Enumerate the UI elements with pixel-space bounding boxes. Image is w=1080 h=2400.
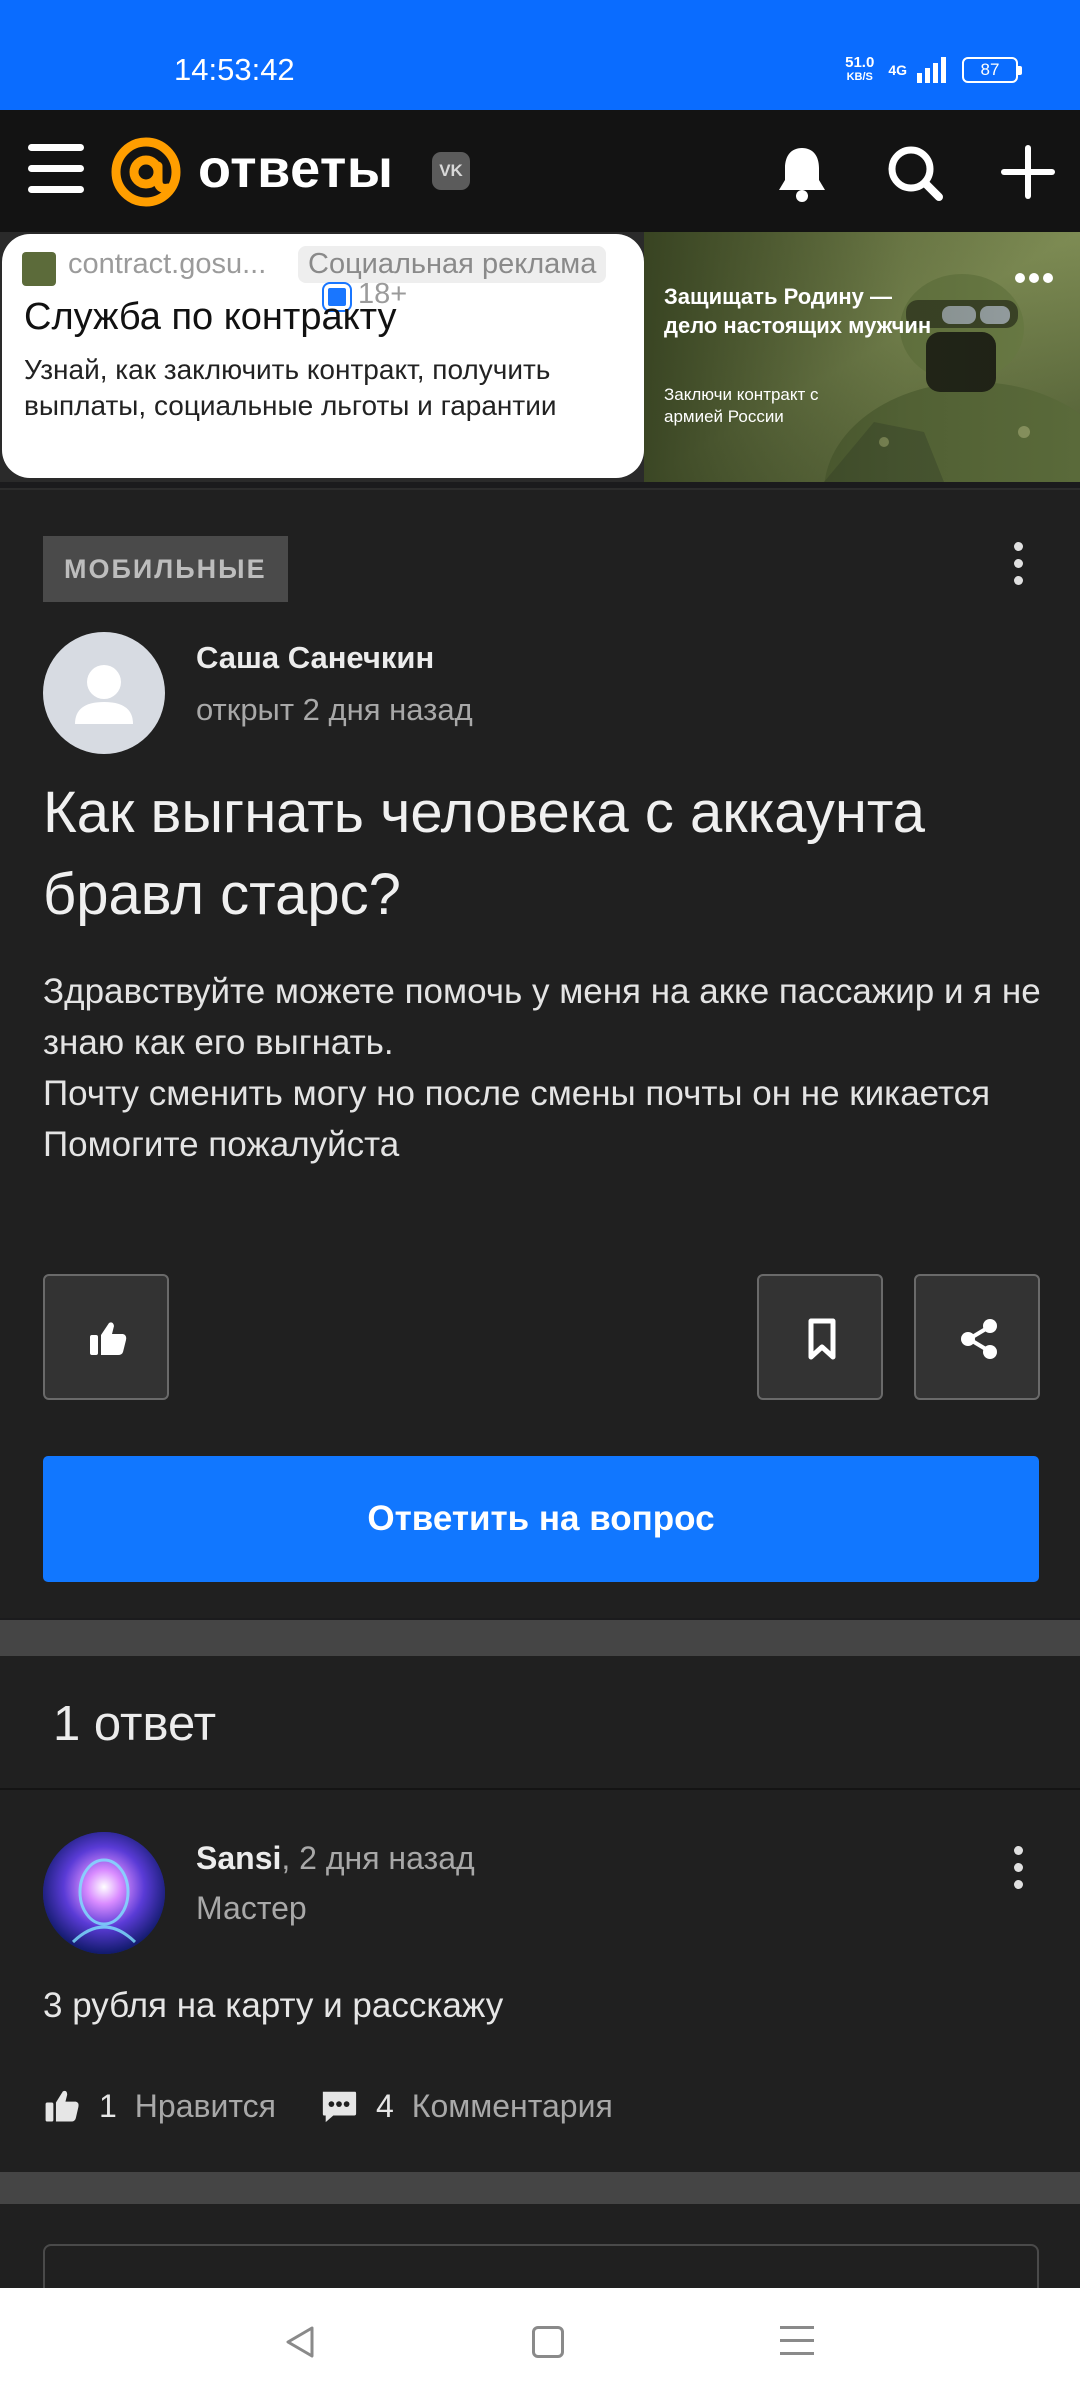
answer-author-rank: Мастер (196, 1890, 307, 1926)
answer-author-line: Sansi, 2 дня назад (196, 1840, 475, 1877)
answer-author-name[interactable]: Sansi (196, 1840, 281, 1876)
ad-domain: contract.gosu... (68, 248, 267, 280)
section-divider (0, 2172, 1080, 2204)
network-speed-value: 51.0 (845, 54, 875, 71)
answer-actions: 1 Нравится 4 Комментария (43, 2076, 613, 2136)
answer-more-icon[interactable] (1014, 1846, 1024, 1890)
home-nav-icon[interactable] (532, 2326, 564, 2358)
ad-title[interactable]: Служба по контракту (24, 296, 396, 339)
bookmark-icon (808, 1318, 836, 1360)
ad-image[interactable]: Защищать Родину — дело настоящих мужчин … (644, 232, 1080, 482)
signal-icon (917, 57, 946, 83)
author-avatar[interactable] (43, 632, 165, 754)
back-nav-icon[interactable] (282, 2324, 316, 2360)
answer-comment-label[interactable]: Комментария (412, 2088, 613, 2125)
logo-text[interactable]: ответы (198, 138, 393, 200)
ad-image-subtext: Заключи контракт с армией России (664, 385, 819, 426)
network-type: 4G (888, 62, 907, 78)
answer-comment-count: 4 (376, 2087, 394, 2124)
answer-author-avatar[interactable] (43, 1832, 165, 1954)
ad-soldier-image (644, 232, 1080, 482)
answers-header: 1 ответ (0, 1656, 1080, 1790)
network-speed-unit: KB/S (846, 71, 873, 83)
question-title: Как выгнать человека с аккаунта бравл ст… (43, 780, 926, 927)
ad-favicon-icon (22, 252, 56, 286)
user-silhouette-icon (75, 665, 133, 724)
like-button[interactable] (43, 1274, 169, 1400)
network-speed: 51.0 KB/S (845, 54, 875, 84)
answers-count: 1 ответ (53, 1697, 217, 1751)
ad-banner[interactable]: contract.gosu... Социальная реклама 18+ … (0, 232, 1080, 482)
question-body: Здравствуйте можете помочь у меня на акк… (43, 972, 1041, 1164)
recents-nav-icon[interactable] (780, 2326, 814, 2365)
plus-icon[interactable] (1000, 144, 1056, 200)
answer-question-button[interactable]: Ответить на вопрос (43, 1456, 1039, 1582)
status-bar: 14:53:42 51.0 KB/S 4G 87 (0, 0, 1080, 110)
ad-description: Узнай, как заключить контракт, получить … (24, 354, 557, 421)
bookmark-button[interactable] (757, 1274, 883, 1400)
ad-label: Социальная реклама (298, 246, 607, 283)
question-meta: открыт 2 дня назад (196, 692, 473, 727)
search-icon[interactable] (886, 144, 944, 202)
menu-icon[interactable] (28, 144, 84, 194)
next-card (0, 2204, 1080, 2304)
ad-image-headline: Защищать Родину — дело настоящих мужчин (664, 284, 932, 338)
avatar-image (43, 1832, 165, 1954)
answer-like-icon[interactable] (43, 2087, 81, 2125)
question-card: МОБИЛЬНЫЕ Саша Санечкин открыт 2 дня наз… (0, 488, 1080, 1618)
answer-time: , 2 дня назад (281, 1840, 475, 1876)
answer-like-count: 1 (99, 2087, 117, 2124)
section-divider (0, 1620, 1080, 1656)
logo-at-icon[interactable] (110, 136, 182, 208)
status-time: 14:53:42 (174, 52, 295, 87)
answer-like-label[interactable]: Нравится (135, 2088, 276, 2125)
system-nav-bar (0, 2288, 1080, 2400)
ad-more-icon[interactable] (1014, 272, 1054, 284)
author-name[interactable]: Саша Санечкин (196, 640, 434, 676)
app-header: ответы VK (0, 110, 1080, 232)
category-tag[interactable]: МОБИЛЬНЫЕ (43, 536, 288, 602)
bell-icon[interactable] (776, 144, 828, 202)
battery-icon: 87 (962, 57, 1022, 83)
vk-badge: VK (432, 152, 470, 190)
answers-section: 1 ответ Sansi, 2 дня назад Мастер 3 рубл… (0, 1656, 1080, 2172)
share-icon (961, 1319, 997, 1359)
comment-icon[interactable] (320, 2087, 358, 2125)
answer-text: 3 рубля на карту и расскажу (43, 1986, 504, 2025)
thumbs-up-icon (90, 1322, 127, 1355)
status-indicators: 51.0 KB/S 4G 87 (845, 54, 1022, 84)
ad-card[interactable]: contract.gosu... Социальная реклама 18+ … (2, 234, 644, 478)
share-button[interactable] (914, 1274, 1040, 1400)
question-more-icon[interactable] (1014, 542, 1024, 586)
